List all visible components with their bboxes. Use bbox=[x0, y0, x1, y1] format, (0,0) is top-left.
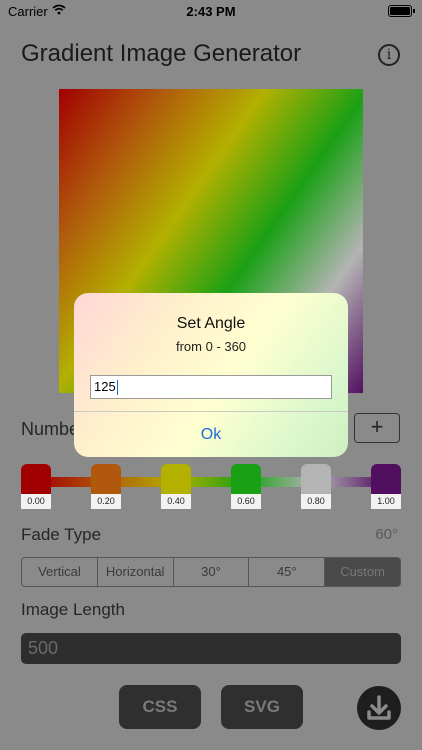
dialog-title: Set Angle bbox=[176, 315, 246, 332]
text-caret bbox=[116, 380, 118, 396]
dialog-subtitle: from 0 - 360 bbox=[175, 339, 247, 354]
angle-input[interactable]: 125 bbox=[90, 375, 332, 399]
set-angle-dialog: Set Angle from 0 - 360 125 Ok bbox=[74, 293, 348, 457]
modal-overlay: Set Angle from 0 - 360 125 Ok bbox=[0, 0, 422, 750]
ok-button[interactable]: Ok bbox=[74, 412, 348, 457]
angle-input-value: 125 bbox=[94, 379, 116, 394]
